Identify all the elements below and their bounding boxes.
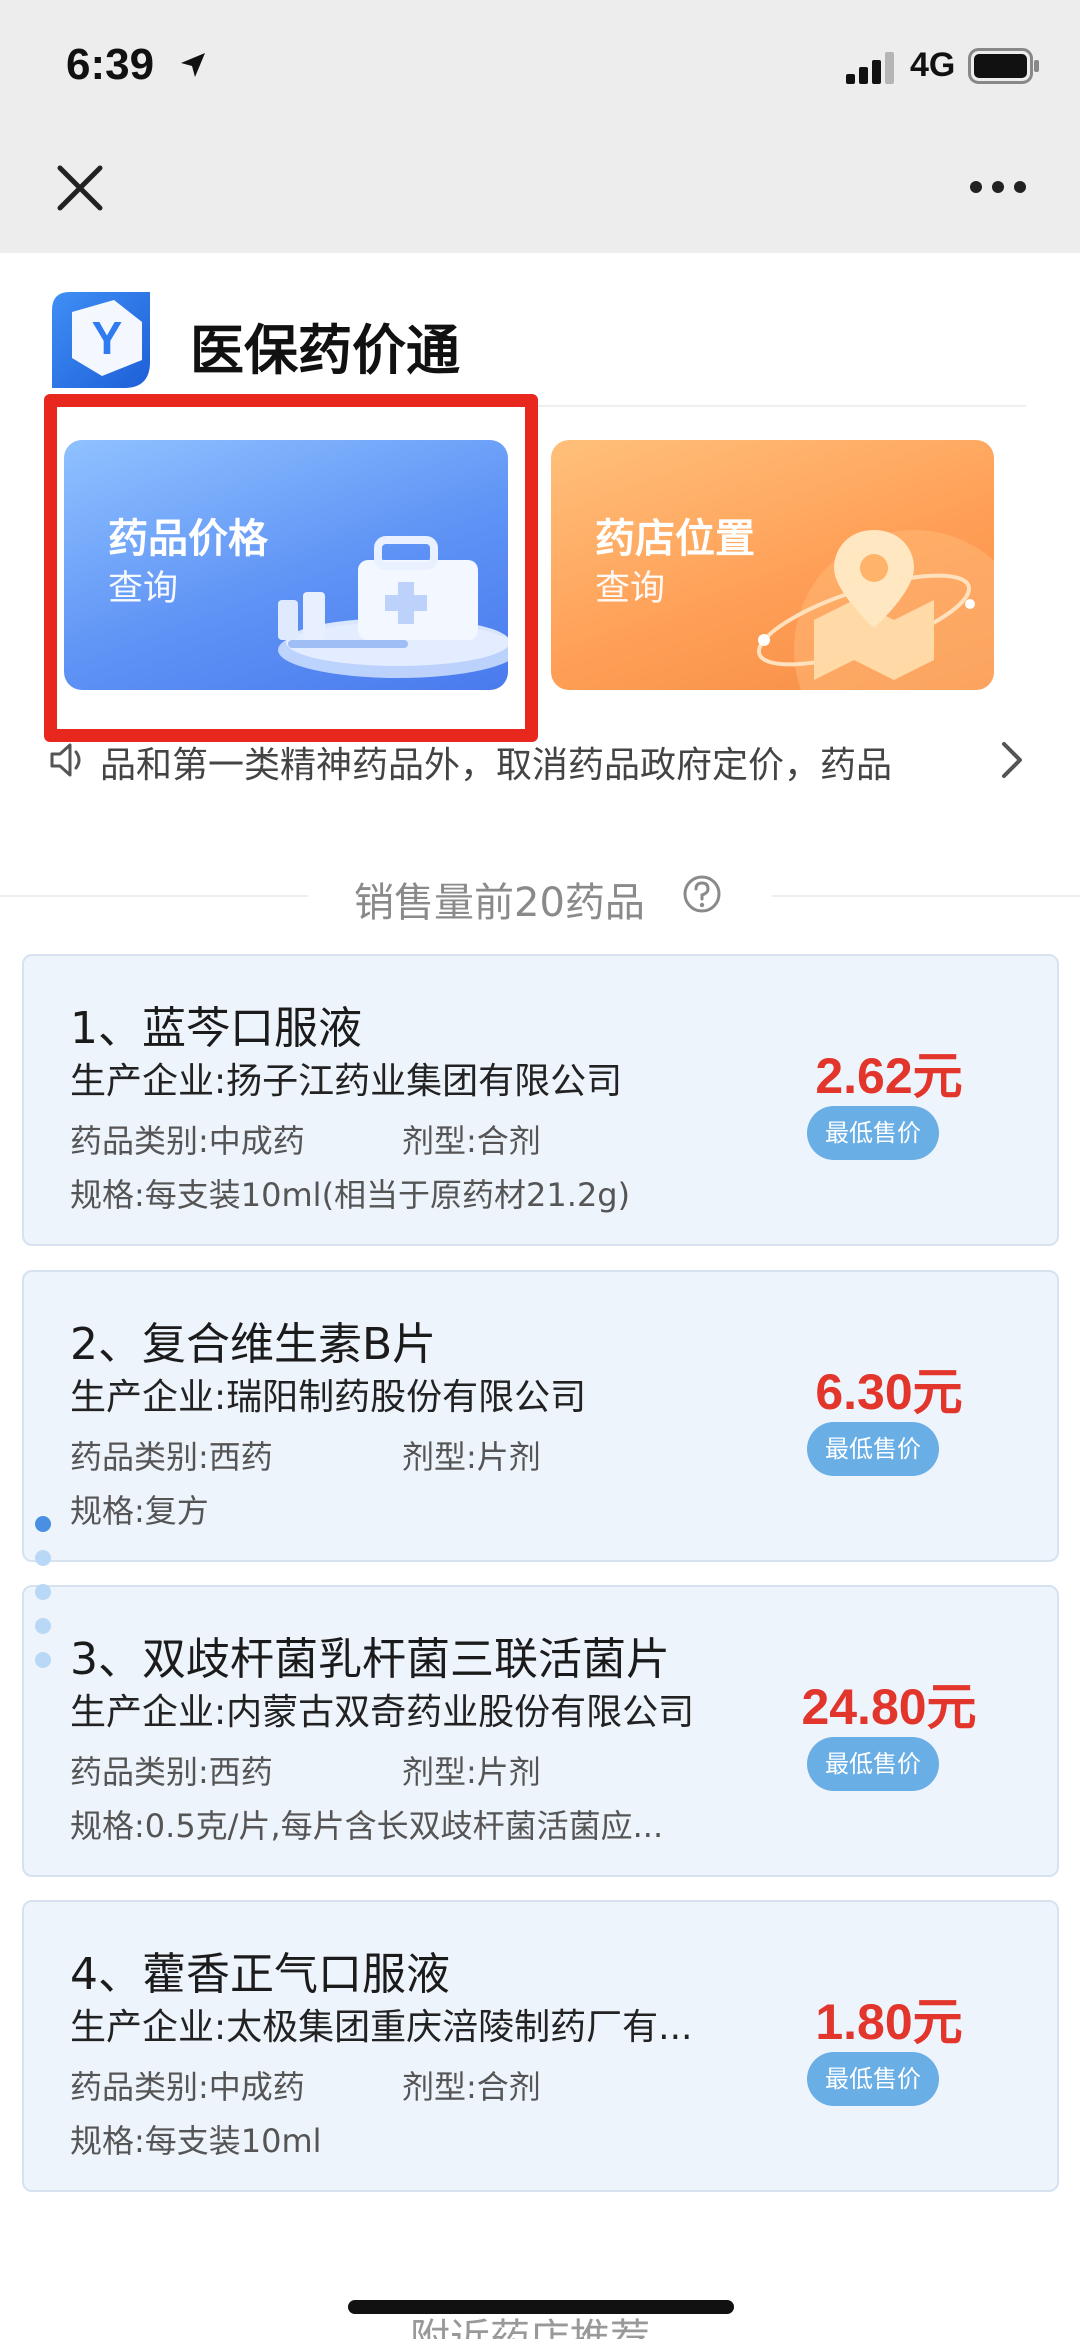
drug-category: 药品类别:中成药 bbox=[70, 2068, 305, 2106]
card-subtitle: 查询 bbox=[595, 569, 666, 609]
help-icon[interactable] bbox=[682, 874, 722, 914]
lowest-price-badge: 最低售价 bbox=[807, 1422, 939, 1476]
drug-specification: 规格:每支装10ml bbox=[70, 2122, 322, 2160]
card-title: 药店位置 bbox=[595, 516, 755, 562]
drug-list-item[interactable]: 3、双歧杆菌乳杆菌三联活菌片 生产企业:内蒙古双奇药业股份有限公司 药品类别:西… bbox=[22, 1585, 1059, 1877]
status-time: 6:39 bbox=[66, 40, 155, 89]
drug-dosage-form: 剂型:合剂 bbox=[402, 2068, 541, 2106]
page-indicator-dot[interactable] bbox=[35, 1652, 51, 1668]
drug-specification: 规格:每支装10ml(相当于原药材21.2g) bbox=[70, 1176, 631, 1214]
drug-dosage-form: 剂型:片剂 bbox=[402, 1438, 541, 1476]
section-divider bbox=[0, 895, 308, 897]
drug-dosage-form: 剂型:合剂 bbox=[402, 1122, 541, 1160]
battery-icon bbox=[968, 48, 1039, 84]
page-indicator-dot[interactable] bbox=[35, 1550, 51, 1566]
lowest-price-badge: 最低售价 bbox=[807, 2052, 939, 2106]
close-icon[interactable] bbox=[50, 158, 110, 218]
home-indicator[interactable] bbox=[348, 2300, 734, 2314]
section-divider bbox=[772, 895, 1080, 897]
chevron-right-icon[interactable] bbox=[996, 738, 1026, 782]
more-icon[interactable] bbox=[966, 172, 1030, 202]
drug-name: 4、藿香正气口服液 bbox=[70, 1949, 450, 2000]
drug-dosage-form: 剂型:片剂 bbox=[402, 1753, 541, 1791]
page-indicator-dot[interactable] bbox=[35, 1584, 51, 1600]
location-arrow-icon bbox=[181, 53, 205, 77]
drug-list-item[interactable]: 4、藿香正气口服液 生产企业:太极集团重庆涪陵制药厂有... 药品类别:中成药 … bbox=[22, 1900, 1059, 2192]
pharmacy-location-query-card[interactable]: 药店位置 查询 bbox=[551, 440, 994, 690]
drug-price: 2.62元 bbox=[815, 1048, 963, 1104]
drug-manufacturer: 生产企业:扬子江药业集团有限公司 bbox=[70, 1061, 623, 1102]
drug-category: 药品类别:西药 bbox=[70, 1753, 273, 1791]
top-bar bbox=[0, 0, 1080, 253]
lowest-price-badge: 最低售价 bbox=[807, 1106, 939, 1160]
drug-list-item[interactable]: 1、蓝芩口服液 生产企业:扬子江药业集团有限公司 药品类别:中成药 剂型:合剂 … bbox=[22, 954, 1059, 1246]
speaker-icon bbox=[50, 743, 81, 777]
drug-name: 2、复合维生素B片 bbox=[70, 1319, 437, 1370]
section-title: 销售量前20药品 bbox=[354, 880, 645, 926]
network-type: 4G bbox=[910, 46, 956, 84]
drug-category: 药品类别:中成药 bbox=[70, 1122, 305, 1160]
drug-price: 24.80元 bbox=[801, 1679, 977, 1735]
drug-name: 1、蓝芩口服液 bbox=[70, 1003, 362, 1054]
signal-icon bbox=[846, 52, 894, 84]
map-pin-icon bbox=[756, 530, 994, 690]
drug-specification: 规格:复方 bbox=[70, 1492, 209, 1530]
drug-manufacturer: 生产企业:太极集团重庆涪陵制药厂有... bbox=[70, 2007, 693, 2048]
page-indicator-dot[interactable] bbox=[35, 1516, 51, 1532]
page-indicator-dot[interactable] bbox=[35, 1618, 51, 1634]
app-logo-icon: Y bbox=[52, 292, 150, 388]
drug-name: 3、双歧杆菌乳杆菌三联活菌片 bbox=[70, 1634, 670, 1685]
drug-manufacturer: 生产企业:瑞阳制药股份有限公司 bbox=[70, 1377, 587, 1418]
svg-text:Y: Y bbox=[92, 312, 123, 364]
drug-price: 1.80元 bbox=[815, 1994, 963, 2050]
highlight-annotation-box bbox=[44, 394, 538, 742]
app-title: 医保药价通 bbox=[190, 319, 460, 382]
drug-category: 药品类别:西药 bbox=[70, 1438, 273, 1476]
drug-manufacturer: 生产企业:内蒙古双奇药业股份有限公司 bbox=[70, 1692, 695, 1733]
drug-price: 6.30元 bbox=[815, 1364, 963, 1420]
drug-specification: 规格:0.5克/片,每片含长双歧杆菌活菌应... bbox=[70, 1807, 664, 1845]
notice-marquee[interactable]: 品和第一类精神药品外，取消药品政府定价，药品 bbox=[100, 736, 966, 786]
lowest-price-badge: 最低售价 bbox=[807, 1737, 939, 1791]
drug-list-item[interactable]: 2、复合维生素B片 生产企业:瑞阳制药股份有限公司 药品类别:西药 剂型:片剂 … bbox=[22, 1270, 1059, 1562]
